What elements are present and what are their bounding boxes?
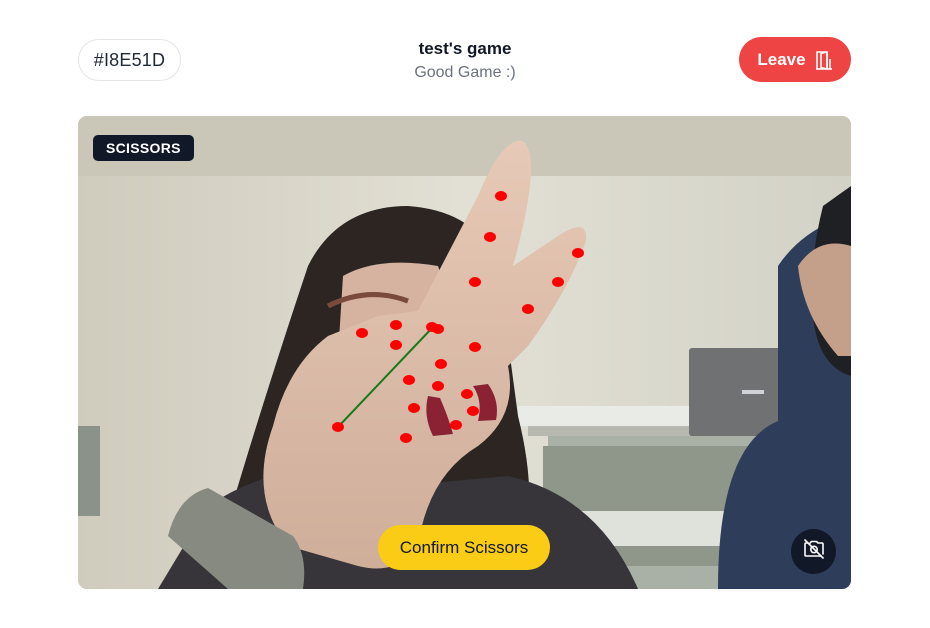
leave-label: Leave	[757, 49, 806, 69]
camera-toggle-button[interactable]	[791, 529, 836, 574]
confirm-gesture-button[interactable]: Confirm Scissors	[378, 525, 550, 570]
game-subtitle: Good Game :)	[414, 64, 516, 81]
game-header: test's game Good Game :)	[365, 38, 565, 86]
confirm-label: Confirm Scissors	[399, 537, 529, 557]
game-title: test's game	[418, 39, 512, 58]
camera-off-icon	[803, 539, 825, 564]
door-exit-icon	[815, 50, 833, 70]
leave-button[interactable]: Leave	[739, 37, 851, 82]
camera-scene	[78, 116, 851, 589]
gesture-badge: SCISSORS	[93, 135, 194, 161]
camera-feed: SCISSORS Confirm Scissors	[78, 116, 851, 589]
room-code[interactable]: #I8E51D	[78, 39, 181, 81]
